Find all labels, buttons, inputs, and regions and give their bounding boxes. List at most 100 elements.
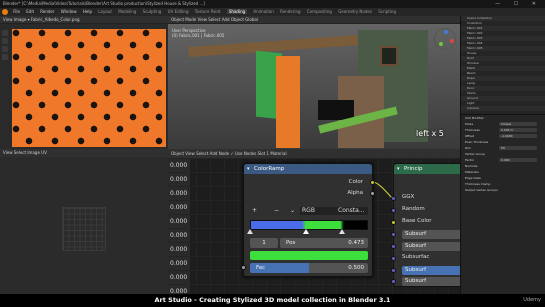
stop-index-field[interactable]: 1 bbox=[250, 238, 278, 248]
property-label: Thickness bbox=[465, 128, 480, 132]
image-editor-toolbar[interactable] bbox=[2, 30, 10, 70]
color-ramp-bar[interactable] bbox=[250, 220, 368, 230]
fill-tool-icon[interactable] bbox=[2, 46, 8, 52]
tab-geometry-nodes[interactable]: Geometry Nodes bbox=[338, 9, 372, 14]
input-socket[interactable] bbox=[391, 279, 396, 284]
color-stop-handle[interactable] bbox=[339, 229, 346, 234]
input-socket[interactable] bbox=[391, 208, 396, 213]
colorramp-title[interactable]: ColorRamp bbox=[244, 164, 372, 174]
input-socket[interactable] bbox=[391, 268, 396, 273]
input-socket[interactable] bbox=[391, 232, 396, 237]
property-field[interactable]: Simple bbox=[499, 122, 537, 126]
colorramp-controls: + − ⌄ RGB Consta... bbox=[250, 207, 368, 215]
properties-panel[interactable]: Add Modifier Mode Simple Thickness 0.005 m Of… bbox=[461, 114, 545, 193]
remove-stop-button[interactable]: − bbox=[274, 207, 279, 214]
outliner-item[interactable]: Camera bbox=[461, 106, 545, 111]
image-editor[interactable]: View Image ▾ Fabric_Albedo_Color.png bbox=[0, 16, 168, 149]
window-titlebar: Blender* [C:\Media\Media\Video\Tutorials… bbox=[0, 0, 545, 8]
menu-render[interactable]: Render bbox=[40, 9, 54, 14]
image-editor-header[interactable]: View Image ▾ Fabric_Albedo_Color.png bbox=[0, 16, 168, 24]
property-label: Factor bbox=[465, 158, 475, 162]
brush-tool-icon[interactable] bbox=[2, 38, 8, 44]
property-label: Offset bbox=[465, 134, 475, 138]
add-stop-button[interactable]: + bbox=[252, 207, 257, 214]
property-label: Vertex Group bbox=[465, 152, 485, 156]
tab-sculpting[interactable]: Sculpting bbox=[143, 9, 162, 14]
principled-input[interactable]: Base Color bbox=[402, 218, 432, 224]
color-stop-handle[interactable] bbox=[302, 229, 309, 234]
shader-node-editor[interactable]: Object View Select Add Node ✓ Use Nodes … bbox=[168, 149, 460, 294]
principled-input[interactable]: Subsurf bbox=[402, 266, 460, 275]
property-label: Rim bbox=[465, 146, 471, 150]
uv-editor-header[interactable]: View Select Image UV bbox=[0, 149, 168, 157]
blender-logo-icon[interactable] bbox=[2, 9, 8, 15]
principled-input[interactable]: Subsurfac bbox=[402, 254, 429, 260]
house-window bbox=[380, 46, 398, 66]
tab-scripting[interactable]: Scripting bbox=[378, 9, 396, 14]
alpha-output-socket[interactable] bbox=[370, 191, 375, 196]
principled-bsdf-node[interactable]: Princip GGX Random Base Color Subsurf Subsur… bbox=[391, 163, 460, 287]
dropdown-arrow-icon[interactable]: ⌄ bbox=[290, 207, 295, 214]
stop-color-swatch[interactable] bbox=[250, 251, 368, 260]
color-mode-select[interactable]: RGB bbox=[300, 207, 336, 215]
principled-input[interactable]: GGX bbox=[402, 194, 414, 200]
colorramp-node[interactable]: ColorRamp Color Alpha + − ⌄ RGB Consta..… bbox=[241, 163, 375, 277]
tab-animation[interactable]: Animation bbox=[253, 9, 273, 14]
maximize-icon[interactable]: ☐ bbox=[514, 1, 524, 7]
property-field[interactable]: Fill bbox=[499, 146, 537, 150]
video-caption: Art Studio - Creating Stylized 3D model … bbox=[0, 294, 545, 307]
minimize-icon[interactable]: — bbox=[495, 1, 506, 7]
stop-position-field[interactable]: Pos 0.473 bbox=[280, 238, 368, 248]
principled-input[interactable]: Random bbox=[402, 206, 425, 212]
input-socket[interactable] bbox=[391, 220, 396, 225]
fabric-texture-image bbox=[12, 29, 166, 147]
fac-input-socket[interactable] bbox=[241, 265, 246, 270]
color-stop-handle[interactable] bbox=[247, 229, 253, 234]
menu-help[interactable]: Help bbox=[83, 9, 92, 14]
navigation-gizmo-icon[interactable] bbox=[434, 28, 456, 50]
stop-index-row: 1 Pos 0.473 bbox=[250, 238, 368, 248]
tab-rendering[interactable]: Rendering bbox=[280, 9, 300, 14]
property-field[interactable]: 0.000 bbox=[499, 158, 537, 162]
menubar: File Edit Render Window Help Layout Mode… bbox=[0, 8, 545, 16]
property-label: Add Modifier bbox=[465, 116, 484, 120]
smear-tool-icon[interactable] bbox=[2, 54, 8, 60]
tab-modeling[interactable]: Modeling bbox=[118, 9, 136, 14]
uv-editor[interactable]: View Select Image UV bbox=[0, 149, 168, 294]
close-icon[interactable]: ✕ bbox=[532, 1, 542, 7]
menu-edit[interactable]: Edit bbox=[26, 9, 34, 14]
select-tool-icon[interactable] bbox=[2, 30, 8, 36]
3d-viewport[interactable]: Object Mode View Select Add Object Globa… bbox=[168, 16, 460, 149]
property-field[interactable]: 0.005 m bbox=[499, 128, 537, 132]
principled-title[interactable]: Princip bbox=[394, 164, 460, 174]
input-socket[interactable] bbox=[391, 196, 396, 201]
menu-window[interactable]: Window bbox=[61, 9, 77, 14]
fac-slider[interactable]: Fac 0.500 bbox=[250, 263, 368, 273]
fac-value: 0.500 bbox=[348, 265, 364, 271]
principled-input[interactable]: Subsurf bbox=[402, 277, 460, 286]
output-color-label: Color bbox=[348, 179, 363, 185]
orange-cloth bbox=[276, 56, 300, 148]
property-label: Edge Data bbox=[465, 176, 481, 180]
input-socket[interactable] bbox=[391, 244, 396, 249]
fac-label: Fac bbox=[256, 265, 266, 271]
color-output-socket[interactable] bbox=[370, 180, 375, 185]
property-label: Output Vertex Groups bbox=[465, 188, 498, 192]
principled-input[interactable]: Subsurf bbox=[402, 242, 460, 251]
tab-uv-editing[interactable]: UV Editing bbox=[168, 9, 189, 14]
property-label: Normals bbox=[465, 164, 478, 168]
tab-texture-paint[interactable]: Texture Paint bbox=[195, 9, 221, 14]
tab-shading[interactable]: Shading bbox=[226, 9, 248, 14]
viewport-info: User Perspective (0) Fabric.001 | Fabric… bbox=[172, 28, 224, 38]
principled-input[interactable]: Subsurf bbox=[402, 230, 460, 239]
interpolation-select[interactable]: Consta... bbox=[336, 207, 368, 215]
viewport-header[interactable]: Object Mode View Select Add Object Globa… bbox=[168, 16, 460, 24]
menu-file[interactable]: File bbox=[13, 9, 20, 14]
tab-compositing[interactable]: Compositing bbox=[307, 9, 332, 14]
window-controls[interactable]: — ☐ ✕ bbox=[495, 0, 542, 8]
outliner[interactable]: Scene Collection Collection Fabric.001 F… bbox=[461, 16, 545, 111]
property-field[interactable]: -1.0000 bbox=[499, 134, 537, 138]
input-socket[interactable] bbox=[391, 256, 396, 261]
tab-layout[interactable]: Layout bbox=[98, 9, 112, 14]
uv-grid bbox=[62, 207, 106, 251]
